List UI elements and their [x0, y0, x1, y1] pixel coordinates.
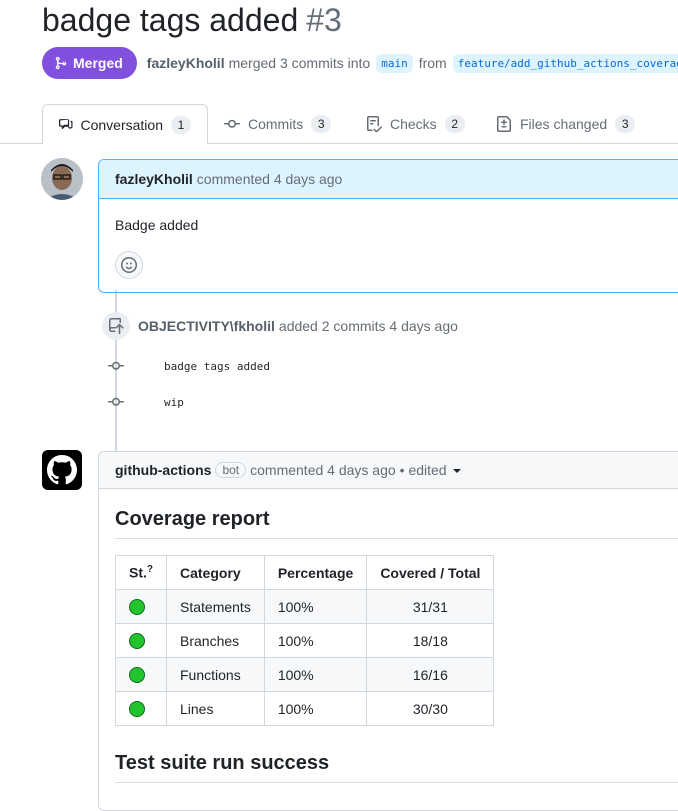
tab-commits-label: Commits — [248, 116, 304, 132]
bot-comment-box: github-actions bot commented 4 days ago … — [98, 451, 678, 811]
github-actions-avatar[interactable] — [42, 450, 82, 490]
commits-added-event: OBJECTIVITY\fkholil added 2 commits 4 da… — [102, 312, 458, 340]
tab-checks[interactable]: Checks 2 — [366, 104, 465, 144]
covered-cell: 18/18 — [366, 623, 495, 658]
status-cell — [115, 657, 167, 692]
coverage-heading: Coverage report — [115, 508, 270, 530]
status-cell — [115, 589, 167, 624]
category-cell: Lines — [166, 691, 265, 726]
table-row: Statements 100% 31/31 — [115, 589, 495, 624]
comment-discussion-icon — [59, 118, 73, 129]
smiley-icon — [121, 257, 137, 273]
col-status: St.? — [115, 555, 167, 590]
percentage-cell: 100% — [263, 657, 368, 692]
merged-badge: Merged — [42, 47, 137, 79]
tab-conversation[interactable]: Conversation 1 — [42, 104, 208, 144]
commit-row: badge tags added — [108, 358, 270, 374]
green-status-icon — [129, 667, 145, 684]
file-diff-icon — [497, 116, 511, 132]
commit-message-link[interactable]: badge tags added — [164, 360, 270, 373]
bot-author[interactable]: github-actions — [115, 462, 211, 478]
table-header-row: St.? Category Percentage Covered / Total — [115, 555, 495, 590]
git-commit-icon — [108, 361, 124, 370]
tab-commits-count: 3 — [311, 115, 332, 133]
pr-title: badge tags added #3 — [42, 2, 342, 39]
git-commit-icon — [108, 397, 124, 406]
avatar[interactable] — [41, 158, 83, 200]
comment-timestamp[interactable]: commented 4 days ago — [197, 171, 343, 187]
percentage-cell: 100% — [263, 691, 368, 726]
pr-meta: Merged fazleyKholil merged 3 commits int… — [42, 47, 678, 79]
col-status-label: St. — [129, 564, 147, 581]
table-row: Lines 100% 30/30 — [115, 691, 495, 726]
pr-title-text: badge tags added — [42, 2, 299, 38]
commit-message-link[interactable]: wip — [164, 396, 184, 409]
tab-files-changed-label: Files changed — [520, 116, 608, 132]
covered-cell: 16/16 — [366, 657, 495, 692]
category-cell: Functions — [166, 657, 265, 692]
caret-down-icon — [452, 469, 461, 474]
from-text: from — [418, 55, 447, 71]
test-suite-heading: Test suite run success — [115, 752, 330, 774]
edited-dropdown[interactable]: • edited — [400, 462, 461, 478]
tab-files-changed-count: 3 — [615, 115, 636, 133]
status-cell — [115, 623, 167, 658]
tab-checks-count: 2 — [444, 115, 465, 133]
category-cell: Statements — [166, 589, 265, 624]
tab-files-changed[interactable]: Files changed 3 — [496, 104, 636, 144]
heading-divider — [115, 782, 678, 783]
merged-label: Merged — [73, 55, 123, 71]
comment-author[interactable]: fazleyKholil — [115, 171, 193, 187]
coverage-table: St.? Category Percentage Covered / Total… — [115, 555, 495, 726]
head-branch[interactable]: feature/add_github_actions_coverage — [452, 53, 678, 73]
event-text: added 2 commits 4 days ago — [278, 318, 458, 334]
green-status-icon — [129, 701, 145, 718]
tab-checks-label: Checks — [390, 116, 437, 132]
git-commit-icon — [224, 119, 240, 128]
covered-cell: 30/30 — [366, 691, 495, 726]
bot-comment-header: github-actions bot commented 4 days ago … — [99, 452, 678, 489]
table-row: Branches 100% 18/18 — [115, 623, 495, 658]
bot-label: bot — [215, 462, 247, 478]
base-branch[interactable]: main — [376, 53, 413, 73]
checklist-icon — [367, 116, 382, 132]
github-mark-icon — [47, 455, 77, 485]
pr-tabs: Conversation 1 Commits 3 Checks 2 Files … — [0, 104, 678, 144]
pr-author-link[interactable]: fazleyKholil — [147, 55, 225, 71]
covered-cell: 31/31 — [366, 589, 495, 624]
event-actor[interactable]: OBJECTIVITY\fkholil — [138, 318, 275, 334]
percentage-cell: 100% — [263, 623, 368, 658]
git-merge-icon — [55, 56, 67, 70]
status-cell — [115, 691, 167, 726]
green-status-icon — [129, 633, 145, 650]
table-row: Functions 100% 16/16 — [115, 657, 495, 692]
percentage-cell: 100% — [263, 589, 368, 624]
edited-label: • edited — [399, 462, 447, 478]
comment-body: Badge added — [115, 217, 199, 233]
category-cell: Branches — [166, 623, 265, 658]
commit-row: wip — [108, 394, 184, 410]
bot-comment-timestamp[interactable]: commented 4 days ago — [250, 462, 396, 478]
repo-push-icon — [102, 312, 130, 340]
col-category: Category — [166, 555, 265, 590]
tab-commits[interactable]: Commits 3 — [224, 104, 332, 144]
pr-number: #3 — [306, 2, 342, 38]
col-percentage: Percentage — [263, 555, 368, 590]
add-reaction-button[interactable] — [115, 251, 143, 279]
heading-divider — [115, 538, 678, 539]
merge-text: merged 3 commits into — [228, 55, 371, 71]
help-hint[interactable]: ? — [147, 564, 153, 575]
user-photo-icon — [41, 158, 83, 200]
col-covered-total: Covered / Total — [366, 555, 495, 590]
comment-box: fazleyKholil commented 4 days ago Badge … — [98, 159, 678, 293]
comment-header: fazleyKholil commented 4 days ago — [99, 160, 678, 199]
tab-conversation-label: Conversation — [80, 116, 164, 133]
tab-conversation-count: 1 — [171, 115, 191, 134]
green-status-icon — [129, 599, 145, 616]
